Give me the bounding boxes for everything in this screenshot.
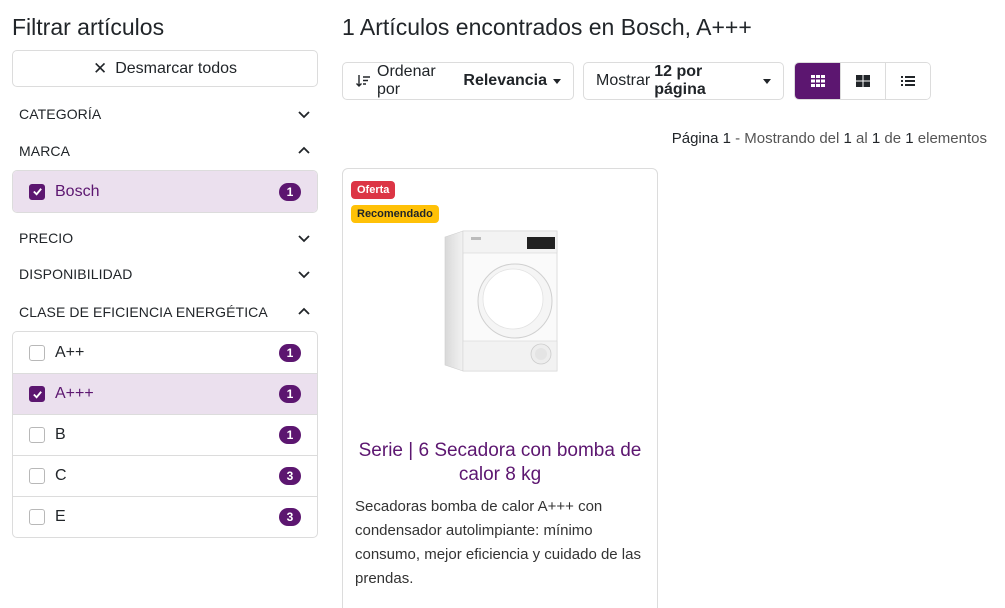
facet-header-categoria[interactable]: CATEGORÍA bbox=[12, 102, 318, 126]
view-grid-small-button[interactable] bbox=[795, 63, 840, 99]
showing-label: - Mostrando del bbox=[735, 130, 840, 147]
facet-option-label: C bbox=[55, 467, 67, 484]
facet-option-e[interactable]: E 3 bbox=[13, 496, 317, 537]
chevron-down-icon bbox=[297, 231, 311, 245]
count-badge: 1 bbox=[279, 426, 301, 444]
count-badge: 1 bbox=[279, 182, 301, 201]
items-label: elementos bbox=[917, 130, 987, 147]
facet-option-label: A++ bbox=[55, 343, 85, 361]
facet-label: DISPONIBILIDAD bbox=[19, 266, 133, 282]
product-card[interactable]: Oferta Recomendado Serie | 6 Secadora co… bbox=[342, 168, 658, 608]
recommended-badge: Recomendado bbox=[351, 205, 439, 223]
checkbox-unchecked[interactable] bbox=[29, 468, 45, 484]
facet-header-precio[interactable]: PRECIO bbox=[12, 226, 318, 250]
chevron-up-icon bbox=[297, 144, 311, 158]
sort-dropdown[interactable]: Ordenar por Relevancia bbox=[342, 62, 574, 100]
sidebar-title: Filtrar artículos bbox=[12, 14, 165, 40]
grid-3x3-icon bbox=[810, 75, 825, 87]
clear-all-button[interactable]: ✕ Desmarcar todos bbox=[12, 50, 318, 87]
facet-option-label: E bbox=[55, 508, 66, 525]
facet-label: MARCA bbox=[19, 143, 71, 159]
page-number: 1 bbox=[722, 130, 731, 147]
grid-2x2-icon bbox=[856, 75, 870, 87]
count-badge: 1 bbox=[279, 385, 301, 403]
checkbox-checked[interactable] bbox=[29, 183, 45, 200]
facet-option-label: Bosch bbox=[55, 182, 100, 200]
count-badge: 3 bbox=[279, 508, 301, 526]
results-title: 1 Artículos encontrados en Bosch, A+++ bbox=[342, 14, 752, 40]
facet-list-eficiencia: A++ 1 A+++ 1 B 1 C 3 E 3 bbox=[12, 331, 318, 538]
facet-label: CLASE DE EFICIENCIA ENERGÉTICA bbox=[19, 304, 268, 320]
chevron-up-icon bbox=[297, 305, 311, 319]
caret-down-icon bbox=[763, 78, 771, 84]
sort-value: Relevancia bbox=[463, 72, 547, 89]
view-grid-large-button[interactable] bbox=[840, 63, 885, 99]
chevron-down-icon bbox=[297, 107, 311, 121]
per-page-prefix: Mostrar bbox=[596, 72, 651, 89]
checkbox-unchecked[interactable] bbox=[29, 509, 45, 525]
caret-down-icon bbox=[553, 78, 561, 84]
page-label: Página bbox=[671, 130, 719, 147]
checkbox-unchecked[interactable] bbox=[29, 427, 45, 443]
pagination-summary: Página 1 - Mostrando del 1 al 1 de 1 ele… bbox=[672, 130, 987, 147]
count-badge: 3 bbox=[279, 467, 301, 485]
facet-header-eficiencia[interactable]: CLASE DE EFICIENCIA ENERGÉTICA bbox=[12, 300, 318, 324]
dryer-appliance-image[interactable] bbox=[441, 229, 561, 375]
checkbox-checked[interactable] bbox=[29, 386, 45, 402]
view-mode-group bbox=[794, 62, 931, 100]
clear-all-label: Desmarcar todos bbox=[115, 59, 238, 77]
sort-icon bbox=[355, 73, 371, 89]
close-icon: ✕ bbox=[92, 59, 108, 78]
to-label: al bbox=[856, 130, 868, 147]
facet-option-a-plus-plus[interactable]: A++ 1 bbox=[13, 332, 317, 373]
facet-label: PRECIO bbox=[19, 230, 74, 246]
product-description: Secadoras bomba de calor A+++ con conden… bbox=[355, 498, 641, 587]
of-label: de bbox=[884, 130, 902, 147]
facet-list-marca: Bosch 1 bbox=[12, 170, 318, 213]
facet-option-bosch[interactable]: Bosch 1 bbox=[13, 171, 317, 212]
facet-header-marca[interactable]: MARCA bbox=[12, 139, 318, 163]
facet-option-c[interactable]: C 3 bbox=[13, 455, 317, 496]
facet-option-a-plus-plus-plus[interactable]: A+++ 1 bbox=[13, 373, 317, 414]
view-list-button[interactable] bbox=[885, 63, 930, 99]
facet-option-label: A+++ bbox=[55, 385, 94, 402]
checkbox-unchecked[interactable] bbox=[29, 344, 45, 361]
range-to: 1 bbox=[871, 130, 881, 147]
total-count: 1 bbox=[905, 130, 914, 147]
sort-prefix: Ordenar por bbox=[377, 63, 436, 98]
per-page-dropdown[interactable]: Mostrar 12 por página bbox=[583, 62, 784, 100]
per-page-value: 12 por página bbox=[654, 63, 706, 98]
chevron-down-icon bbox=[297, 267, 311, 281]
facet-option-label: B bbox=[55, 426, 66, 443]
facet-header-disponibilidad[interactable]: DISPONIBILIDAD bbox=[12, 262, 318, 286]
filter-sidebar: Filtrar artículos ✕ Desmarcar todos bbox=[12, 12, 318, 87]
facet-label: CATEGORÍA bbox=[19, 106, 102, 122]
range-from: 1 bbox=[843, 130, 852, 147]
product-title-link[interactable]: Serie | 6 Secadora con bomba de calor 8 … bbox=[357, 439, 643, 487]
count-badge: 1 bbox=[279, 343, 301, 362]
offer-badge: Oferta bbox=[351, 181, 396, 199]
facet-option-b[interactable]: B 1 bbox=[13, 414, 317, 455]
list-icon bbox=[901, 76, 915, 86]
